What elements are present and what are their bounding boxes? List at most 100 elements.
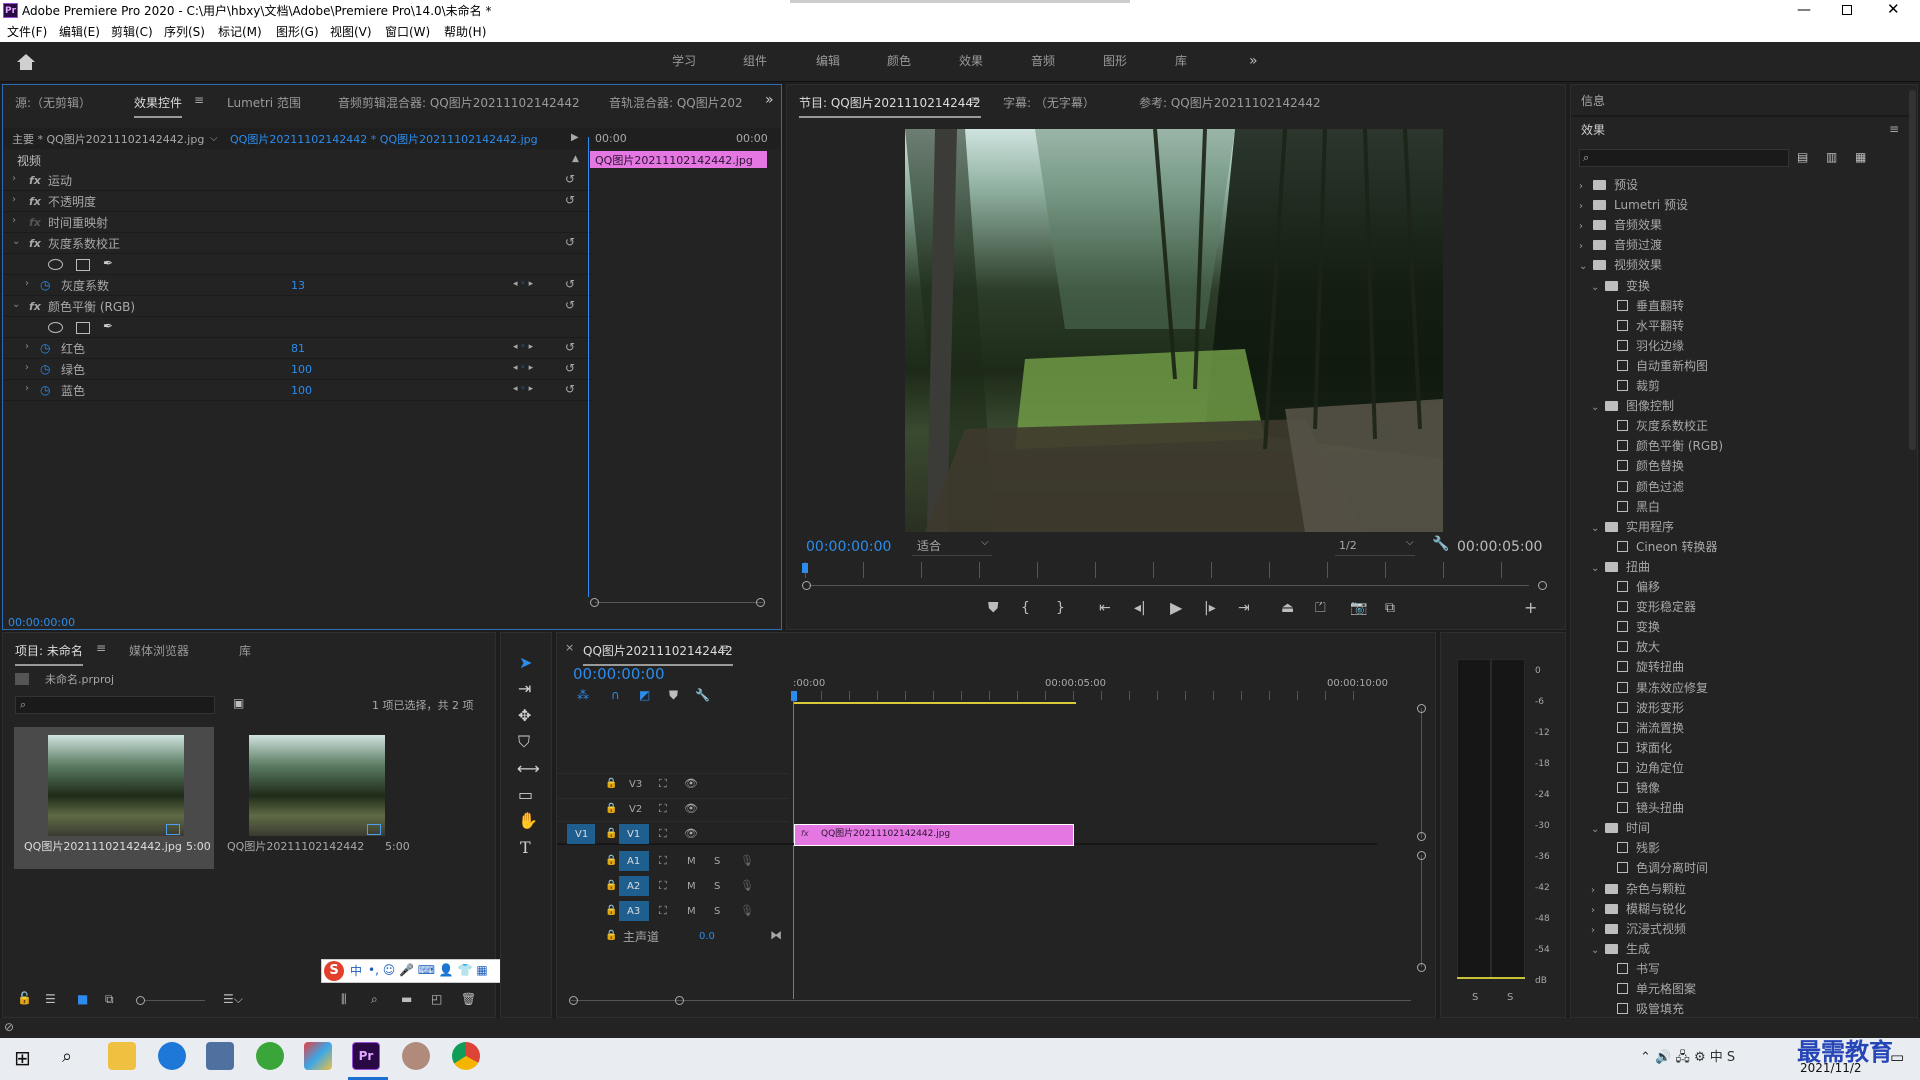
- new-item-icon[interactable]: ◰: [431, 993, 442, 1005]
- timeline-playhead-icon[interactable]: [791, 691, 797, 701]
- keyframe-nav-icon[interactable]: ◂ ◦ ▸: [513, 385, 533, 394]
- selection-tool-icon[interactable]: ➤: [519, 653, 532, 672]
- tab-effect-controls[interactable]: 效果控件: [134, 94, 183, 118]
- track-select-tool-icon[interactable]: ⇥: [518, 679, 531, 698]
- sync-lock-icon[interactable]: ⛶: [659, 855, 667, 866]
- panel-menu-icon[interactable]: ≡: [970, 94, 980, 106]
- solo-left-button[interactable]: S: [1472, 993, 1478, 1003]
- timeline-clip[interactable]: fx QQ图片20211102142442.jpg: [794, 824, 1074, 846]
- write-lock-icon[interactable]: 🔓: [17, 992, 32, 1004]
- new-bin-icon[interactable]: ▬: [401, 993, 412, 1005]
- h-scroll-track[interactable]: [571, 1000, 1411, 1001]
- panel-menu-icon[interactable]: ≡: [96, 642, 106, 654]
- maximize-icon[interactable]: [1842, 5, 1852, 15]
- effect-item[interactable]: 色调分离时间: [1603, 862, 1708, 874]
- audio-scroll-handle[interactable]: [1417, 963, 1426, 972]
- effect-item[interactable]: 偏移: [1603, 581, 1660, 593]
- project-item-selected[interactable]: QQ图片20211102142442.jpg 5:00: [14, 727, 214, 869]
- effect-item[interactable]: 水平翻转: [1603, 319, 1684, 332]
- effects-folder[interactable]: › 模糊与锐化: [1591, 903, 1686, 916]
- work-area-bar[interactable]: [793, 702, 1076, 704]
- effect-item[interactable]: 变换: [1603, 621, 1660, 633]
- effects-search-input[interactable]: [1579, 149, 1789, 167]
- app-icon[interactable]: [206, 1042, 234, 1070]
- app-icon[interactable]: [256, 1042, 284, 1070]
- fx-icon[interactable]: fx: [29, 237, 41, 250]
- effect-item[interactable]: 镜像: [1603, 782, 1660, 794]
- effect-item[interactable]: Cineon 转换器: [1603, 540, 1717, 553]
- step-forward-icon[interactable]: |▸: [1204, 601, 1216, 615]
- extract-icon[interactable]: ⏍: [1315, 601, 1326, 615]
- h-scroll-handle[interactable]: [569, 996, 578, 1005]
- ec-timecode[interactable]: 00:00:00:00: [8, 617, 75, 628]
- chevron-right-icon[interactable]: ›: [1591, 885, 1605, 896]
- effect-item[interactable]: 湍流置换: [1603, 721, 1684, 734]
- mute-button[interactable]: M: [687, 857, 696, 867]
- video-scroll-handle[interactable]: [1417, 704, 1426, 713]
- ime-tools-icon[interactable]: •, ☺ 🎤 ⌨ 👤 👕 ▦: [368, 964, 488, 976]
- keyframe-nav-icon[interactable]: ◂ ◦ ▸: [513, 280, 533, 289]
- chevron-right-icon[interactable]: ›: [1591, 905, 1605, 916]
- tab-audio-clip-mixer[interactable]: 音频剪辑混合器: QQ图片20211102142442: [338, 94, 580, 111]
- reset-icon[interactable]: ↺: [565, 341, 575, 353]
- mark-out-icon[interactable]: }: [1056, 601, 1065, 615]
- stopwatch-icon[interactable]: ◷: [40, 363, 50, 375]
- sync-lock-icon[interactable]: ⛶: [659, 828, 667, 839]
- effect-item[interactable]: 颜色过滤: [1603, 480, 1684, 493]
- effect-item[interactable]: 颜色平衡 (RGB): [1603, 440, 1723, 452]
- param-row-red[interactable]: › ◷ 红色 81 ◂ ◦ ▸ ↺: [3, 338, 593, 359]
- menu-clip[interactable]: 剪辑(C): [111, 26, 153, 38]
- ec-chevron-icon[interactable]: ⌵: [210, 134, 218, 144]
- track-lock-icon[interactable]: 🔒: [605, 829, 617, 839]
- effect-row-opacity[interactable]: › fx 不透明度 ↺: [3, 191, 593, 212]
- panel-menu-icon[interactable]: ≡: [194, 94, 204, 106]
- effects-folder[interactable]: › 音频过渡: [1579, 239, 1662, 252]
- effect-item[interactable]: 单元格图案: [1603, 983, 1696, 995]
- scrub-handle-left[interactable]: [802, 581, 811, 590]
- program-playhead-icon[interactable]: [802, 563, 808, 573]
- panel-menu-icon[interactable]: ≡: [1889, 123, 1899, 135]
- chevron-right-icon[interactable]: ›: [1579, 182, 1593, 192]
- stopwatch-icon[interactable]: ◷: [40, 279, 50, 291]
- chevron-right-icon[interactable]: ›: [1579, 202, 1593, 212]
- stopwatch-icon[interactable]: ◷: [40, 342, 50, 354]
- collapse-chevron-icon[interactable]: ⌄: [12, 299, 20, 310]
- add-marker-icon[interactable]: ⛊: [988, 601, 999, 615]
- chevron-down-icon[interactable]: ⌄: [1591, 563, 1605, 574]
- expand-icon[interactable]: ›: [12, 215, 16, 226]
- chevron-right-icon[interactable]: ›: [1579, 222, 1593, 232]
- ws-audio[interactable]: 音频: [1031, 55, 1055, 67]
- reset-icon[interactable]: ↺: [565, 194, 575, 206]
- collapse-icon[interactable]: ▲: [572, 155, 579, 164]
- effect-item[interactable]: 颜色替换: [1603, 460, 1684, 472]
- resolution-chevron-icon[interactable]: ⌵: [1406, 538, 1414, 548]
- resolution-dropdown[interactable]: 1/2: [1339, 540, 1357, 551]
- add-button-icon[interactable]: +: [1524, 600, 1537, 616]
- tab-captions[interactable]: 字幕: （无字幕）: [1003, 94, 1095, 111]
- nest-toggle-icon[interactable]: ⁂: [577, 689, 589, 701]
- effect-item[interactable]: 边角定位: [1603, 761, 1684, 774]
- automate-to-sequence-icon[interactable]: ⫼: [341, 993, 347, 1005]
- menu-graphics[interactable]: 图形(G): [276, 26, 319, 38]
- sync-lock-icon[interactable]: ⛶: [659, 905, 667, 916]
- razor-tool-icon[interactable]: ⛉: [518, 732, 530, 752]
- param-value[interactable]: 100: [291, 385, 312, 396]
- effect-item[interactable]: 裁剪: [1603, 380, 1660, 392]
- effect-item[interactable]: 书写: [1603, 962, 1660, 975]
- effect-row-time-remap[interactable]: › fx 时间重映射: [3, 212, 593, 233]
- video-scroll-handle[interactable]: [1417, 832, 1426, 841]
- effect-item[interactable]: 波形变形: [1603, 701, 1684, 714]
- effects-folder[interactable]: ⌄ 时间: [1591, 822, 1650, 835]
- fx-icon[interactable]: fx: [29, 195, 41, 208]
- mark-in-icon[interactable]: {: [1021, 601, 1030, 615]
- ws-graphics[interactable]: 图形: [1103, 55, 1127, 67]
- accelerated-effects-icon[interactable]: ▤: [1797, 151, 1808, 163]
- mute-button[interactable]: M: [687, 882, 696, 892]
- effects-folder[interactable]: › 预设: [1579, 179, 1638, 192]
- audio-scroll-track[interactable]: [1421, 855, 1422, 967]
- solo-button[interactable]: S: [714, 907, 720, 917]
- timeline-timecode[interactable]: 00:00:00:00: [573, 667, 665, 682]
- fit-dropdown[interactable]: 适合: [917, 540, 941, 552]
- effects-folder[interactable]: ⌄ 图像控制: [1591, 400, 1674, 413]
- ec-playhead[interactable]: [588, 137, 589, 597]
